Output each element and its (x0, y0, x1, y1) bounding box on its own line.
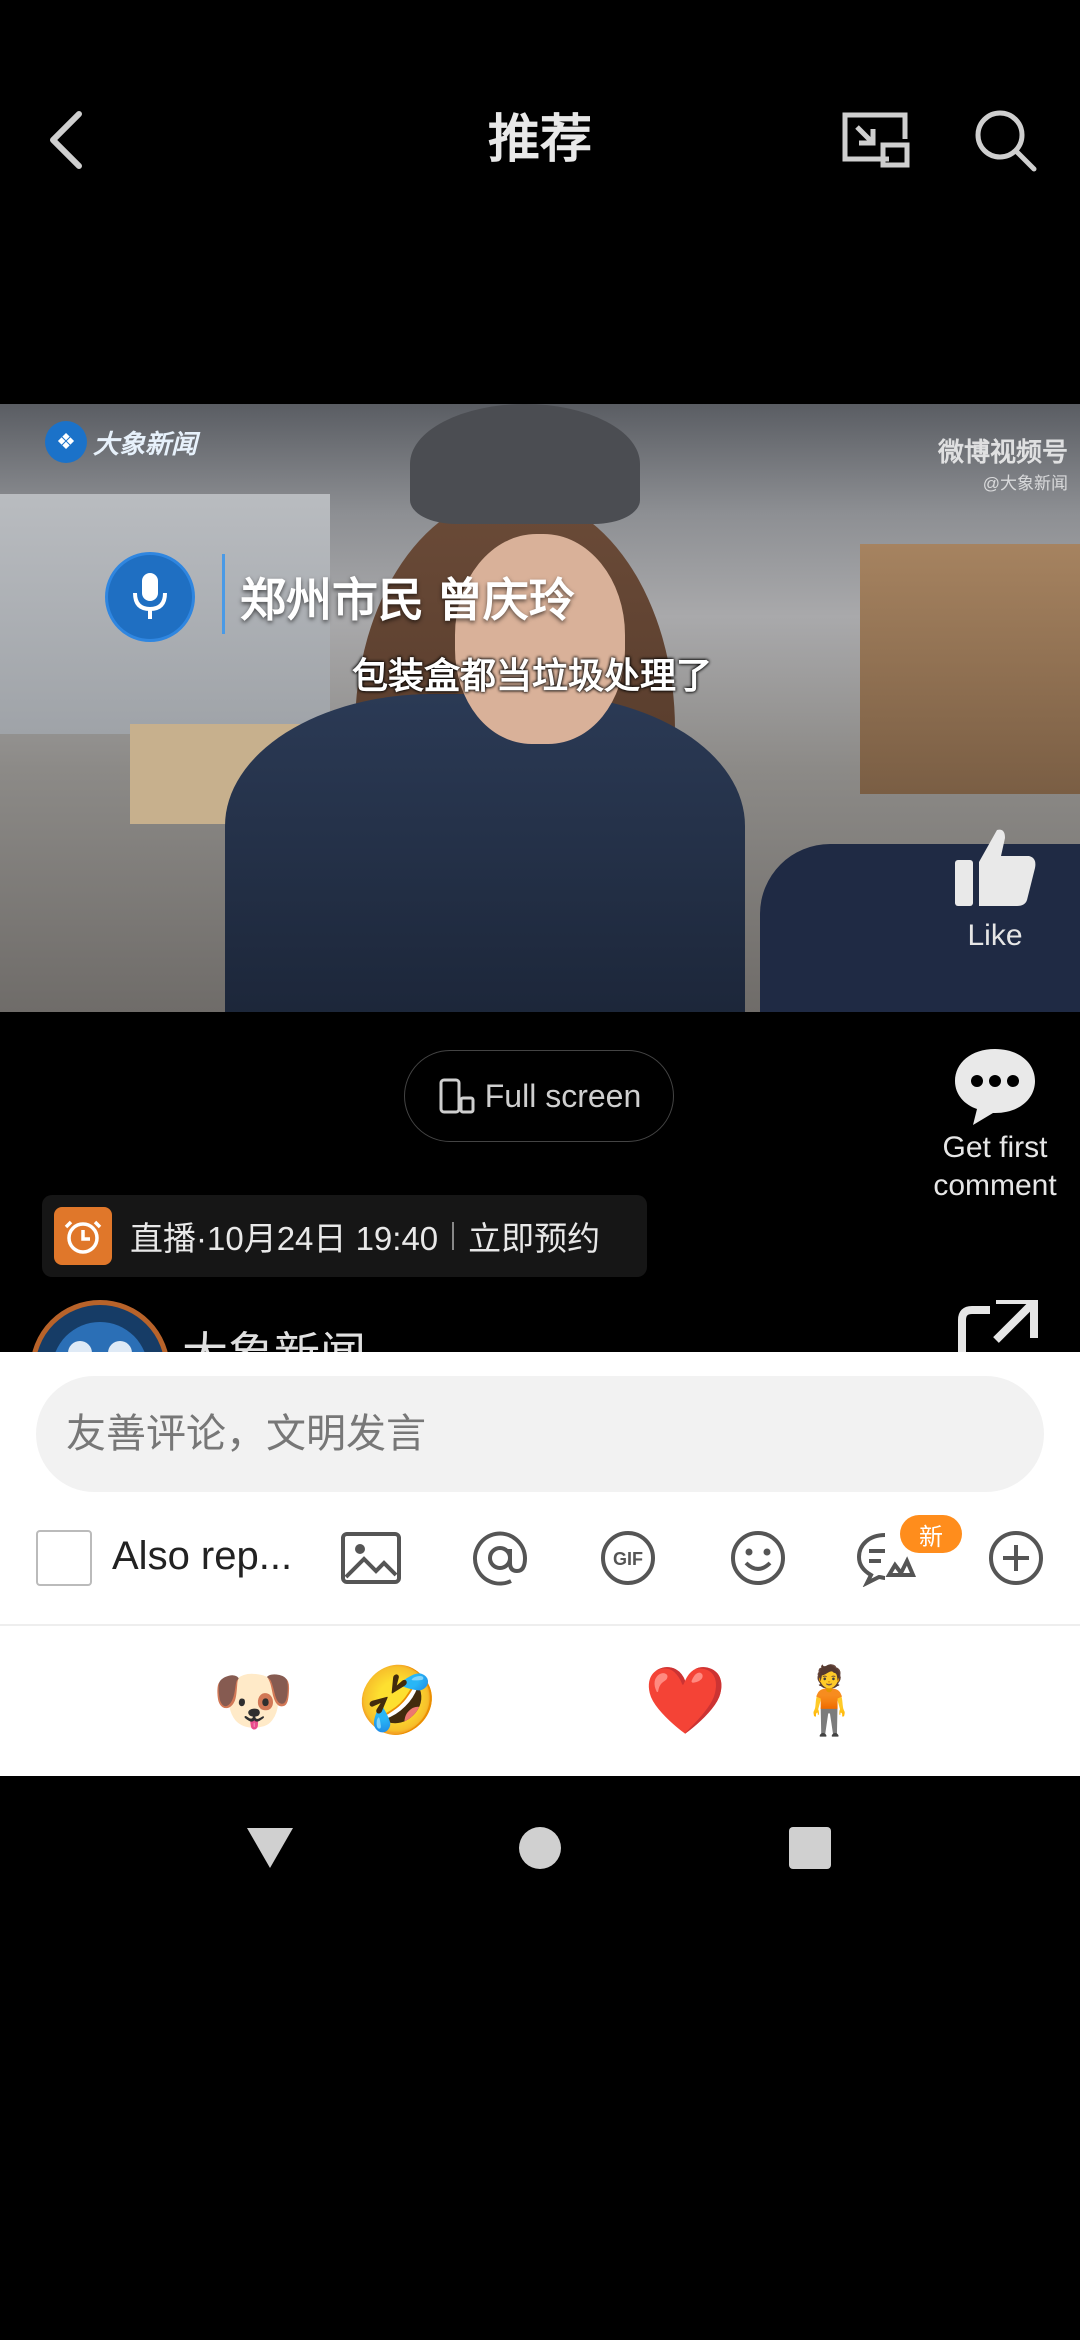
fullscreen-button[interactable]: Full screen (404, 1050, 674, 1142)
caption-divider (222, 554, 225, 634)
floating-window-icon (842, 112, 910, 168)
also-repost-checkbox[interactable] (36, 1530, 92, 1586)
emoji-crying[interactable]: 😭 (68, 1660, 148, 1740)
square-recents-icon (789, 1827, 831, 1869)
share-button[interactable] (950, 1296, 1050, 1360)
emoji-doge[interactable]: 🐶 (212, 1660, 294, 1740)
rotate-phone-icon (439, 1078, 475, 1114)
watermark-sub: @大象新闻 (982, 474, 1068, 493)
system-home-button[interactable] (510, 1818, 570, 1878)
emoji-tears-of-joy[interactable]: 😂 (932, 1660, 1012, 1740)
circle-home-icon (519, 1827, 561, 1869)
thumbs-up-icon (955, 829, 1036, 906)
comment-button[interactable]: Get first comment (920, 1045, 1070, 1205)
emoji-shrug-person[interactable]: 🧍 (788, 1660, 870, 1740)
like-label: Like (967, 919, 1023, 952)
video-person-cap (410, 404, 640, 524)
back-button[interactable] (30, 100, 100, 180)
more-button[interactable] (980, 1522, 1052, 1594)
emoji-heart[interactable]: ❤️ (644, 1660, 726, 1740)
gif-icon: GIF (601, 1531, 655, 1585)
fullscreen-label: Full screen (484, 1077, 642, 1114)
like-button[interactable]: Like (945, 822, 1045, 953)
at-icon (473, 1531, 528, 1586)
video-player[interactable]: ❖ 大象新闻 微博视频号 @大象新闻 郑州市民 曾庆玲 包装盒都当垃圾处理了 L… (0, 404, 1080, 1012)
live-time-text: 直播·10月24日 19:40 (130, 1220, 439, 1257)
alarm-clock-icon (54, 1207, 112, 1265)
paw-icon: ❖ (45, 421, 87, 463)
back-arrow-icon (50, 111, 82, 169)
triangle-back-icon (247, 1828, 293, 1868)
also-repost-label[interactable]: Also rep... (112, 1534, 292, 1579)
reserve-now-link[interactable]: 立即预约 (468, 1212, 600, 1260)
gif-button[interactable]: GIF (592, 1522, 664, 1594)
video-subtitle: 包装盒都当垃圾处理了 (352, 655, 713, 696)
search-button[interactable] (965, 100, 1045, 180)
system-back-button[interactable] (240, 1818, 300, 1878)
svg-text:GIF: GIF (613, 1549, 643, 1569)
channel-logo: ❖ 大象新闻 (45, 421, 230, 463)
share-icon (958, 1296, 1038, 1358)
microphone-icon (105, 552, 195, 642)
video-background-boxes (860, 544, 1080, 794)
watermark-main: 微博视频号 (937, 437, 1068, 467)
caption-speaker-name: 郑州市民 曾庆玲 (240, 574, 575, 626)
insert-image-button[interactable] (335, 1522, 407, 1594)
emoji-excited[interactable]: 😆 (500, 1660, 580, 1740)
comment-label-line2: comment (933, 1169, 1057, 1202)
mention-button[interactable] (464, 1522, 536, 1594)
plus-icon (989, 1531, 1043, 1585)
page-title: 推荐 (487, 111, 592, 169)
comment-label-line1: Get first (942, 1131, 1048, 1164)
image-icon (341, 1532, 401, 1584)
sheet-divider (0, 1624, 1080, 1626)
new-badge: 新 (900, 1515, 962, 1553)
comment-bubble-icon (951, 1045, 1039, 1125)
emoji-rolling-laugh[interactable]: 🤣 (356, 1660, 438, 1740)
floating-window-button[interactable] (835, 100, 915, 180)
emoji-icon (731, 1531, 785, 1585)
emoji-button[interactable] (722, 1522, 794, 1594)
comment-input[interactable] (36, 1376, 1044, 1492)
channel-logo-text: 大象新闻 (93, 428, 198, 459)
video-watermark: 微博视频号 @大象新闻 (838, 432, 1068, 494)
system-recents-button[interactable] (780, 1818, 840, 1878)
live-separator (452, 1222, 455, 1250)
video-person-body (225, 694, 745, 1012)
search-icon (975, 110, 1037, 172)
live-reservation-banner[interactable]: 直播·10月24日 19:40 立即预约 (42, 1195, 647, 1277)
comment-label: Get first comment (920, 1129, 1070, 1205)
